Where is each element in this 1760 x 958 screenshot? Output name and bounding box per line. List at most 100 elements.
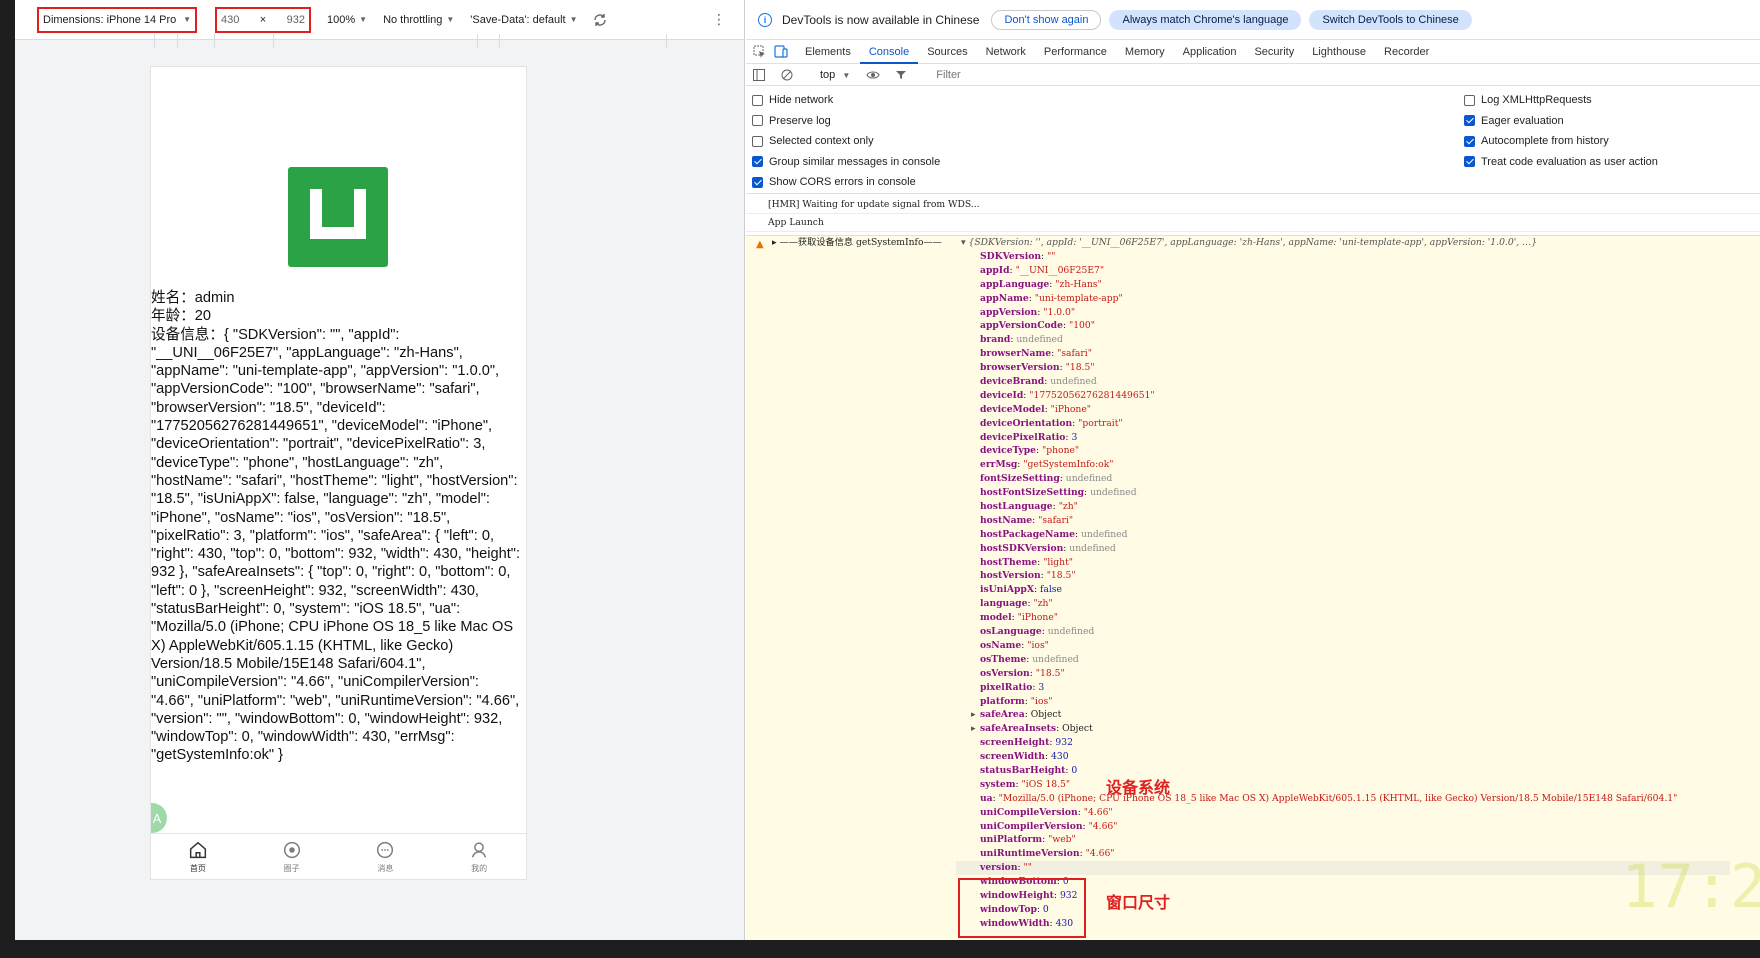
setting-preserve-log[interactable]: Preserve log <box>752 111 1464 132</box>
warning-header[interactable]: ▲ ▸ ——获取设备信息 getSystemInfo—— ▾ {SDKVersi… <box>746 236 1760 250</box>
property-key: deviceModel <box>980 403 1045 415</box>
tab-home[interactable]: 首页 <box>151 834 245 879</box>
setting-eager-eval[interactable]: Eager evaluation <box>1464 111 1754 132</box>
property-value: "1.0.0" <box>1043 306 1076 318</box>
property-key: hostLanguage <box>980 501 1053 513</box>
tab-sources[interactable]: Sources <box>918 40 976 64</box>
context-select[interactable]: top ▼ <box>820 69 850 81</box>
setting-hide-network[interactable]: Hide network <box>752 90 1464 111</box>
property-key: uniPlatform <box>980 834 1043 846</box>
property-key: appVersionCode <box>980 320 1063 332</box>
inspect-element-icon[interactable] <box>752 45 766 59</box>
object-property[interactable]: safeArea: Object <box>980 708 1730 722</box>
property-key: hostTheme <box>980 556 1038 568</box>
more-options-icon[interactable]: ⋮ <box>712 0 726 39</box>
property-key: browserVersion <box>980 362 1060 374</box>
property-key: pixelRatio <box>980 681 1033 693</box>
height-input[interactable]: 932 <box>287 14 305 26</box>
overlay-clock: 17:2 <box>1621 852 1760 922</box>
setting-user-action[interactable]: Treat code evaluation as user action <box>1464 152 1754 173</box>
property-key: devicePixelRatio <box>980 431 1066 443</box>
object-property[interactable]: safeAreaInsets: Object <box>980 722 1730 736</box>
tab-lighthouse[interactable]: Lighthouse <box>1303 40 1375 64</box>
infobar-text: DevTools is now available in Chinese <box>782 12 980 27</box>
property-value: "Mozilla/5.0 (iPhone; CPU iPhone OS 18_5… <box>998 792 1678 804</box>
always-match-language-button[interactable]: Always match Chrome's language <box>1109 9 1302 30</box>
object-property: osVersion: "18.5" <box>980 667 1065 679</box>
property-value: "uni-template-app" <box>1034 292 1123 304</box>
checkbox[interactable] <box>1464 156 1475 168</box>
property-key: hostPackageName <box>980 528 1075 540</box>
property-value: "zh-Hans" <box>1055 278 1102 290</box>
switch-to-chinese-button[interactable]: Switch DevTools to Chinese <box>1309 9 1472 30</box>
setting-group-similar[interactable]: Group similar messages in console <box>752 152 1464 173</box>
console-message: [HMR] Waiting for update signal from WDS… <box>746 196 1760 214</box>
tab-network[interactable]: Network <box>977 40 1035 64</box>
tab-performance[interactable]: Performance <box>1035 40 1116 64</box>
eye-icon[interactable] <box>866 68 880 82</box>
object-property: isUniAppX: false <box>980 584 1062 596</box>
checkbox[interactable] <box>1464 115 1475 127</box>
setting-label: Preserve log <box>769 114 831 127</box>
property-value: false <box>1039 584 1062 596</box>
object-properties: SDKVersion: "" appId: "__UNI__06F25E7" app… <box>956 250 1730 931</box>
ruler-tick <box>499 34 500 48</box>
checkbox[interactable] <box>1464 135 1475 147</box>
object-property: deviceId: "17752056276281449651" <box>980 389 1155 401</box>
property-value: "17752056276281449651" <box>1029 389 1155 401</box>
property-key: osName <box>980 639 1022 651</box>
tab-console[interactable]: Console <box>859 40 919 64</box>
tab-memory[interactable]: Memory <box>1116 40 1174 64</box>
sidebar-toggle-icon[interactable] <box>752 68 766 82</box>
property-key: browserName <box>980 348 1052 360</box>
object-property: screenWidth: 430 <box>980 751 1069 763</box>
property-key: safeAreaInsets <box>980 723 1057 735</box>
tab-recorder[interactable]: Recorder <box>1375 40 1438 64</box>
property-value: "phone" <box>1042 445 1080 457</box>
property-key: screenWidth <box>980 751 1045 763</box>
property-value: "web" <box>1048 834 1076 846</box>
tab-elements[interactable]: Elements <box>796 40 860 64</box>
size-inputs: 430 × 932 <box>215 6 311 33</box>
dont-show-again-button[interactable]: Don't show again <box>991 9 1102 30</box>
floating-action-button[interactable]: A <box>151 803 167 833</box>
zoom-select[interactable]: 100% ▼ <box>327 0 367 39</box>
object-summary[interactable]: ▾ {SDKVersion: '', appId: '__UNI__06F25E… <box>961 236 1537 250</box>
setting-selected-context[interactable]: Selected context only <box>752 131 1464 152</box>
throttling-select[interactable]: No throttling ▼ <box>383 0 454 39</box>
property-key: hostFontSizeSetting <box>980 487 1085 499</box>
tab-security[interactable]: Security <box>1245 40 1303 64</box>
property-key: isUniAppX <box>980 584 1034 596</box>
rotate-icon[interactable] <box>592 0 608 39</box>
object-property: model: "iPhone" <box>980 612 1059 624</box>
property-value: Object <box>1030 709 1062 721</box>
checkbox[interactable] <box>752 94 763 106</box>
clear-console-icon[interactable] <box>780 68 794 82</box>
save-data-select[interactable]: 'Save-Data': default ▼ <box>470 0 577 39</box>
zoom-label: 100% <box>327 13 356 26</box>
filter-input[interactable] <box>936 68 1137 81</box>
setting-cors-errors[interactable]: Show CORS errors in console <box>752 172 1464 193</box>
object-property: appVersion: "1.0.0" <box>980 306 1076 318</box>
object-property: devicePixelRatio: 3 <box>980 431 1078 443</box>
device-toggle-icon[interactable] <box>774 45 788 59</box>
checkbox[interactable] <box>752 135 763 147</box>
setting-log-xhr[interactable]: Log XMLHttpRequests <box>1464 90 1754 111</box>
width-input[interactable]: 430 <box>221 14 239 26</box>
checkbox[interactable] <box>752 156 763 168</box>
property-value: "zh" <box>1033 598 1053 610</box>
property-value: undefined <box>1069 542 1116 554</box>
setting-label: Eager evaluation <box>1481 114 1564 127</box>
tab-mine[interactable]: 我的 <box>432 834 526 879</box>
checkbox[interactable] <box>752 115 763 127</box>
tab-application[interactable]: Application <box>1174 40 1246 64</box>
tab-messages[interactable]: 消息 <box>339 834 433 879</box>
property-key: deviceOrientation <box>980 417 1073 429</box>
tab-label: 我的 <box>471 864 488 873</box>
checkbox[interactable] <box>1464 94 1475 106</box>
setting-autocomplete[interactable]: Autocomplete from history <box>1464 131 1754 152</box>
device-select[interactable]: Dimensions: iPhone 14 Pro Max ▼ <box>37 6 197 33</box>
tab-circle[interactable]: 圈子 <box>245 834 339 879</box>
checkbox[interactable] <box>752 176 763 188</box>
object-property: hostFontSizeSetting: undefined <box>980 487 1137 499</box>
